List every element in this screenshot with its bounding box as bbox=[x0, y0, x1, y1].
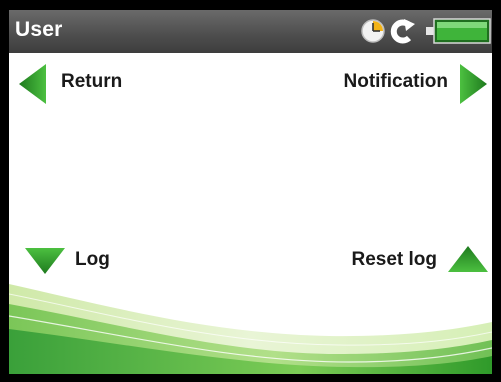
notification-arrow-icon[interactable] bbox=[459, 62, 489, 106]
notification-label[interactable]: Notification bbox=[344, 71, 449, 93]
title-bar: User bbox=[9, 10, 492, 53]
status-icons bbox=[361, 18, 491, 44]
clock-icon bbox=[361, 19, 385, 43]
battery-icon bbox=[426, 18, 491, 44]
return-label[interactable]: Return bbox=[61, 71, 122, 93]
reset-log-arrow-icon[interactable] bbox=[446, 244, 490, 274]
decorative-wave bbox=[9, 284, 492, 374]
return-arrow-icon[interactable] bbox=[17, 62, 47, 106]
page-title: User bbox=[15, 18, 63, 41]
log-arrow-icon[interactable] bbox=[23, 246, 67, 276]
refresh-icon bbox=[390, 19, 415, 44]
device-frame: User Return Notification Log Reset log bbox=[0, 0, 501, 382]
reset-log-label[interactable]: Reset log bbox=[351, 249, 437, 271]
device-screen: User Return Notification Log Reset log bbox=[9, 10, 492, 374]
log-label[interactable]: Log bbox=[75, 249, 110, 271]
